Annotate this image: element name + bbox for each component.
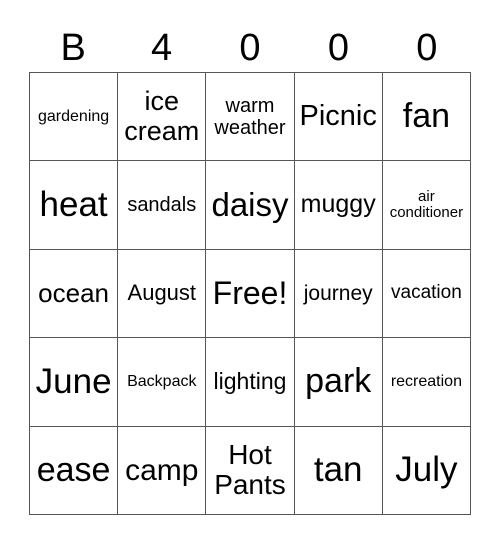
bingo-cell[interactable]: gardening <box>30 73 119 162</box>
bingo-cell[interactable]: muggy <box>294 161 383 250</box>
header-letter: 0 <box>416 27 438 69</box>
bingo-cell[interactable]: ocean <box>30 249 119 339</box>
bingo-cell[interactable]: July <box>382 426 471 515</box>
bingo-cell[interactable]: air conditioner <box>382 161 471 250</box>
bingo-cell[interactable]: tan <box>294 426 383 515</box>
bingo-header: B 4 0 0 0 <box>29 24 471 72</box>
bingo-grid: gardening ice cream warm weather Picnic fan h… <box>29 72 471 515</box>
bingo-cell[interactable]: park <box>294 338 383 427</box>
bingo-cell[interactable]: August <box>118 249 207 339</box>
bingo-cell[interactable]: journey <box>294 249 383 339</box>
bingo-cell[interactable]: ease <box>30 426 119 515</box>
header-letter: 0 <box>239 27 261 69</box>
header-letter: 0 <box>327 27 349 69</box>
bingo-cell[interactable]: heat <box>30 161 119 250</box>
bingo-cell[interactable]: June <box>30 338 119 427</box>
bingo-cell[interactable]: Backpack <box>118 338 207 427</box>
header-letter: 4 <box>151 27 173 69</box>
bingo-cell[interactable]: Picnic <box>294 73 383 162</box>
bingo-cell[interactable]: Hot Pants <box>206 426 295 515</box>
bingo-cell[interactable]: sandals <box>118 161 207 250</box>
header-letter: B <box>60 27 86 69</box>
bingo-cell[interactable]: ice cream <box>118 73 207 162</box>
free-space-cell[interactable]: Free! <box>206 249 295 339</box>
bingo-cell[interactable]: warm weather <box>206 73 295 162</box>
bingo-cell[interactable]: recreation <box>382 338 471 427</box>
bingo-cell[interactable]: vacation <box>382 249 471 339</box>
bingo-cell[interactable]: daisy <box>206 161 295 250</box>
bingo-cell[interactable]: fan <box>382 73 471 162</box>
bingo-cell[interactable]: camp <box>118 426 207 515</box>
bingo-cell[interactable]: lighting <box>206 338 295 427</box>
